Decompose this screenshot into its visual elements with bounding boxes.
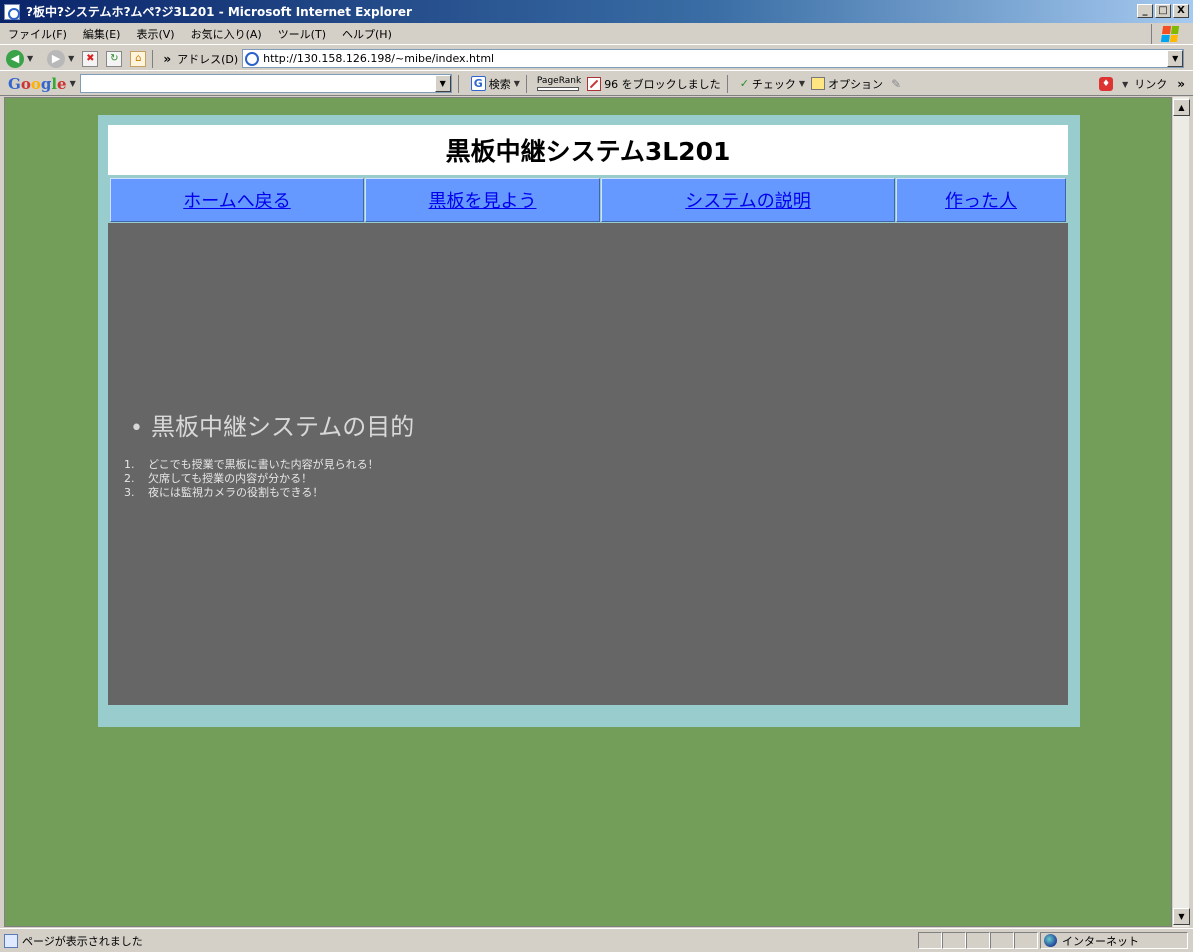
window-title: ?板中?システムホ?ムペ?ジ3L201 - Microsoft Internet… <box>26 5 412 19</box>
popup-blocker-icon[interactable] <box>587 76 602 91</box>
page-viewport: 黒板中継システム3L201 ホームへ戻る 黒板を見よう システムの説明 作った人… <box>4 97 1172 927</box>
links-label[interactable]: リンク <box>1134 76 1167 92</box>
menu-tools[interactable]: ツール(T) <box>270 26 334 42</box>
address-label: アドレス(D) <box>177 52 239 66</box>
nav-cell-creators: 作った人 <box>896 178 1066 222</box>
page-status-icon <box>4 933 18 948</box>
back-arrow-icon[interactable]: ◀ <box>6 49 24 68</box>
scroll-up-icon[interactable]: ▲ <box>1173 99 1190 116</box>
pagerank-bar <box>536 86 579 91</box>
list-item: 2. 欠席しても授業の内容が分かる！ <box>124 472 313 485</box>
windows-logo <box>1151 24 1187 44</box>
google-toolbar: Google ▼ ▼ G 検索 ▼ PageRank 96 をブロックしました … <box>0 72 1193 96</box>
address-input[interactable] <box>263 52 1144 65</box>
menu-help[interactable]: ヘルプ(H) <box>334 26 400 42</box>
pagerank-indicator[interactable]: PageRank <box>536 75 582 91</box>
list-item: 1. どこでも授業で黒板に書いた内容が見られる！ <box>124 458 379 471</box>
toolbar-chevron[interactable]: » <box>163 52 171 66</box>
google-search-label: 検索 <box>488 77 511 91</box>
globe-icon <box>1044 934 1057 947</box>
toolbar-separator <box>525 74 527 93</box>
links-chevron[interactable]: » <box>1177 77 1185 91</box>
toolbar-separator <box>152 49 154 68</box>
options-icon <box>811 77 826 90</box>
stop-icon[interactable]: ✖ <box>82 50 99 67</box>
security-zone[interactable]: インターネット <box>1040 932 1188 949</box>
window-controls: _ □ X <box>1137 4 1189 18</box>
back-dropdown-icon[interactable]: ▼ <box>27 54 33 63</box>
status-panes <box>918 932 1038 949</box>
nav-table: ホームへ戻る 黒板を見よう システムの説明 作った人 <box>108 175 1068 223</box>
nav-cell-home: ホームへ戻る <box>110 178 364 222</box>
google-logo[interactable]: Google <box>8 75 67 93</box>
options-label: オプション <box>828 77 884 91</box>
ie-page-icon <box>4 3 20 20</box>
nav-link-blackboard[interactable]: 黒板を見よう <box>429 187 537 213</box>
address-field[interactable]: ▼ <box>242 49 1185 68</box>
purpose-list: 1. どこでも授業で黒板に書いた内容が見られる！ 2. 欠席しても授業の内容が分かる… <box>124 458 379 500</box>
toolbar-separator <box>726 74 728 93</box>
nav-link-creators[interactable]: 作った人 <box>945 187 1017 213</box>
zone-label: インターネット <box>1062 934 1139 948</box>
window-titlebar[interactable]: ?板中?システムホ?ムペ?ジ3L201 - Microsoft Internet… <box>0 0 1193 23</box>
google-menu-dropdown-icon[interactable]: ▼ <box>70 79 76 88</box>
page-frame: 黒板中継システム3L201 ホームへ戻る 黒板を見よう システムの説明 作った人… <box>98 115 1080 727</box>
toolbar-separator <box>457 74 459 93</box>
bullet-icon: • <box>130 416 143 441</box>
windows-flag-icon <box>1160 26 1179 42</box>
vertical-scrollbar[interactable]: ▲ ▼ <box>1172 97 1190 927</box>
google-search-dropdown-icon[interactable]: ▼ <box>434 75 451 92</box>
highlighter-icon[interactable]: ✎ <box>891 77 901 91</box>
address-toolbar: ◀ ▼ ▶ ▼ ✖ ↻ ⌂ » アドレス(D) ▼ <box>0 47 1193 71</box>
page-title: 黒板中継システム3L201 <box>445 137 731 166</box>
menu-bar: ファイル(F) 編集(E) 表示(V) お気に入り(A) ツール(T) ヘルプ(… <box>0 23 1193 45</box>
nav-cell-blackboard: 黒板を見よう <box>365 178 600 222</box>
spell-check-label: チェック <box>751 77 796 91</box>
nav-cell-system: システムの説明 <box>601 178 895 222</box>
list-item: 3. 夜には監視カメラの役割もできる！ <box>124 486 324 499</box>
popup-blocked-count[interactable]: 96 をブロックしました <box>604 76 721 92</box>
menu-edit[interactable]: 編集(E) <box>75 26 129 42</box>
purpose-title: 黒板中継システムの目的 <box>150 413 415 441</box>
forward-arrow-icon[interactable]: ▶ <box>47 49 66 68</box>
address-dropdown-icon[interactable]: ▼ <box>1167 50 1184 67</box>
spell-check-button[interactable]: ✓ チェック ▼ <box>740 76 805 92</box>
forward-dropdown-icon[interactable]: ▼ <box>68 54 74 63</box>
maximize-button[interactable]: □ <box>1155 4 1171 18</box>
refresh-icon[interactable]: ↻ <box>106 50 123 67</box>
google-search-input[interactable] <box>80 75 431 92</box>
home-icon[interactable]: ⌂ <box>130 50 147 67</box>
menu-file[interactable]: ファイル(F) <box>0 26 75 42</box>
google-search-field[interactable]: ▼ <box>79 74 452 93</box>
search-dropdown-icon[interactable]: ▼ <box>514 79 520 88</box>
purpose-heading: • 黒板中継システムの目的 <box>130 407 414 442</box>
translate-icon[interactable]: ♦ <box>1099 77 1114 91</box>
scroll-down-icon[interactable]: ▼ <box>1173 908 1190 925</box>
options-button[interactable]: オプション <box>811 76 883 92</box>
pagerank-label: PageRank <box>536 75 582 86</box>
status-text: ページが表示されました <box>22 934 143 948</box>
spellcheck-icon: ✓ <box>739 77 749 90</box>
content-area: 黒板中継システム3L201 ホームへ戻る 黒板を見よう システムの説明 作った人… <box>108 125 1068 705</box>
google-search-button[interactable]: G 検索 ▼ <box>470 76 520 92</box>
page-header: 黒板中継システム3L201 <box>108 125 1068 175</box>
status-bar: ページが表示されました インターネット <box>0 928 1193 952</box>
menu-view[interactable]: 表示(V) <box>128 26 182 42</box>
toolbar-right: ♦ ▼ リンク » <box>1099 76 1185 92</box>
menu-favorites[interactable]: お気に入り(A) <box>183 26 270 42</box>
translate-dropdown-icon[interactable]: ▼ <box>1122 80 1128 89</box>
check-dropdown-icon[interactable]: ▼ <box>799 79 805 88</box>
nav-link-system-description[interactable]: システムの説明 <box>685 187 810 213</box>
google-g-icon: G <box>470 76 486 91</box>
ie-page-icon <box>245 51 260 66</box>
nav-link-home[interactable]: ホームへ戻る <box>183 187 290 213</box>
close-button[interactable]: X <box>1173 4 1189 18</box>
minimize-button[interactable]: _ <box>1137 4 1153 18</box>
